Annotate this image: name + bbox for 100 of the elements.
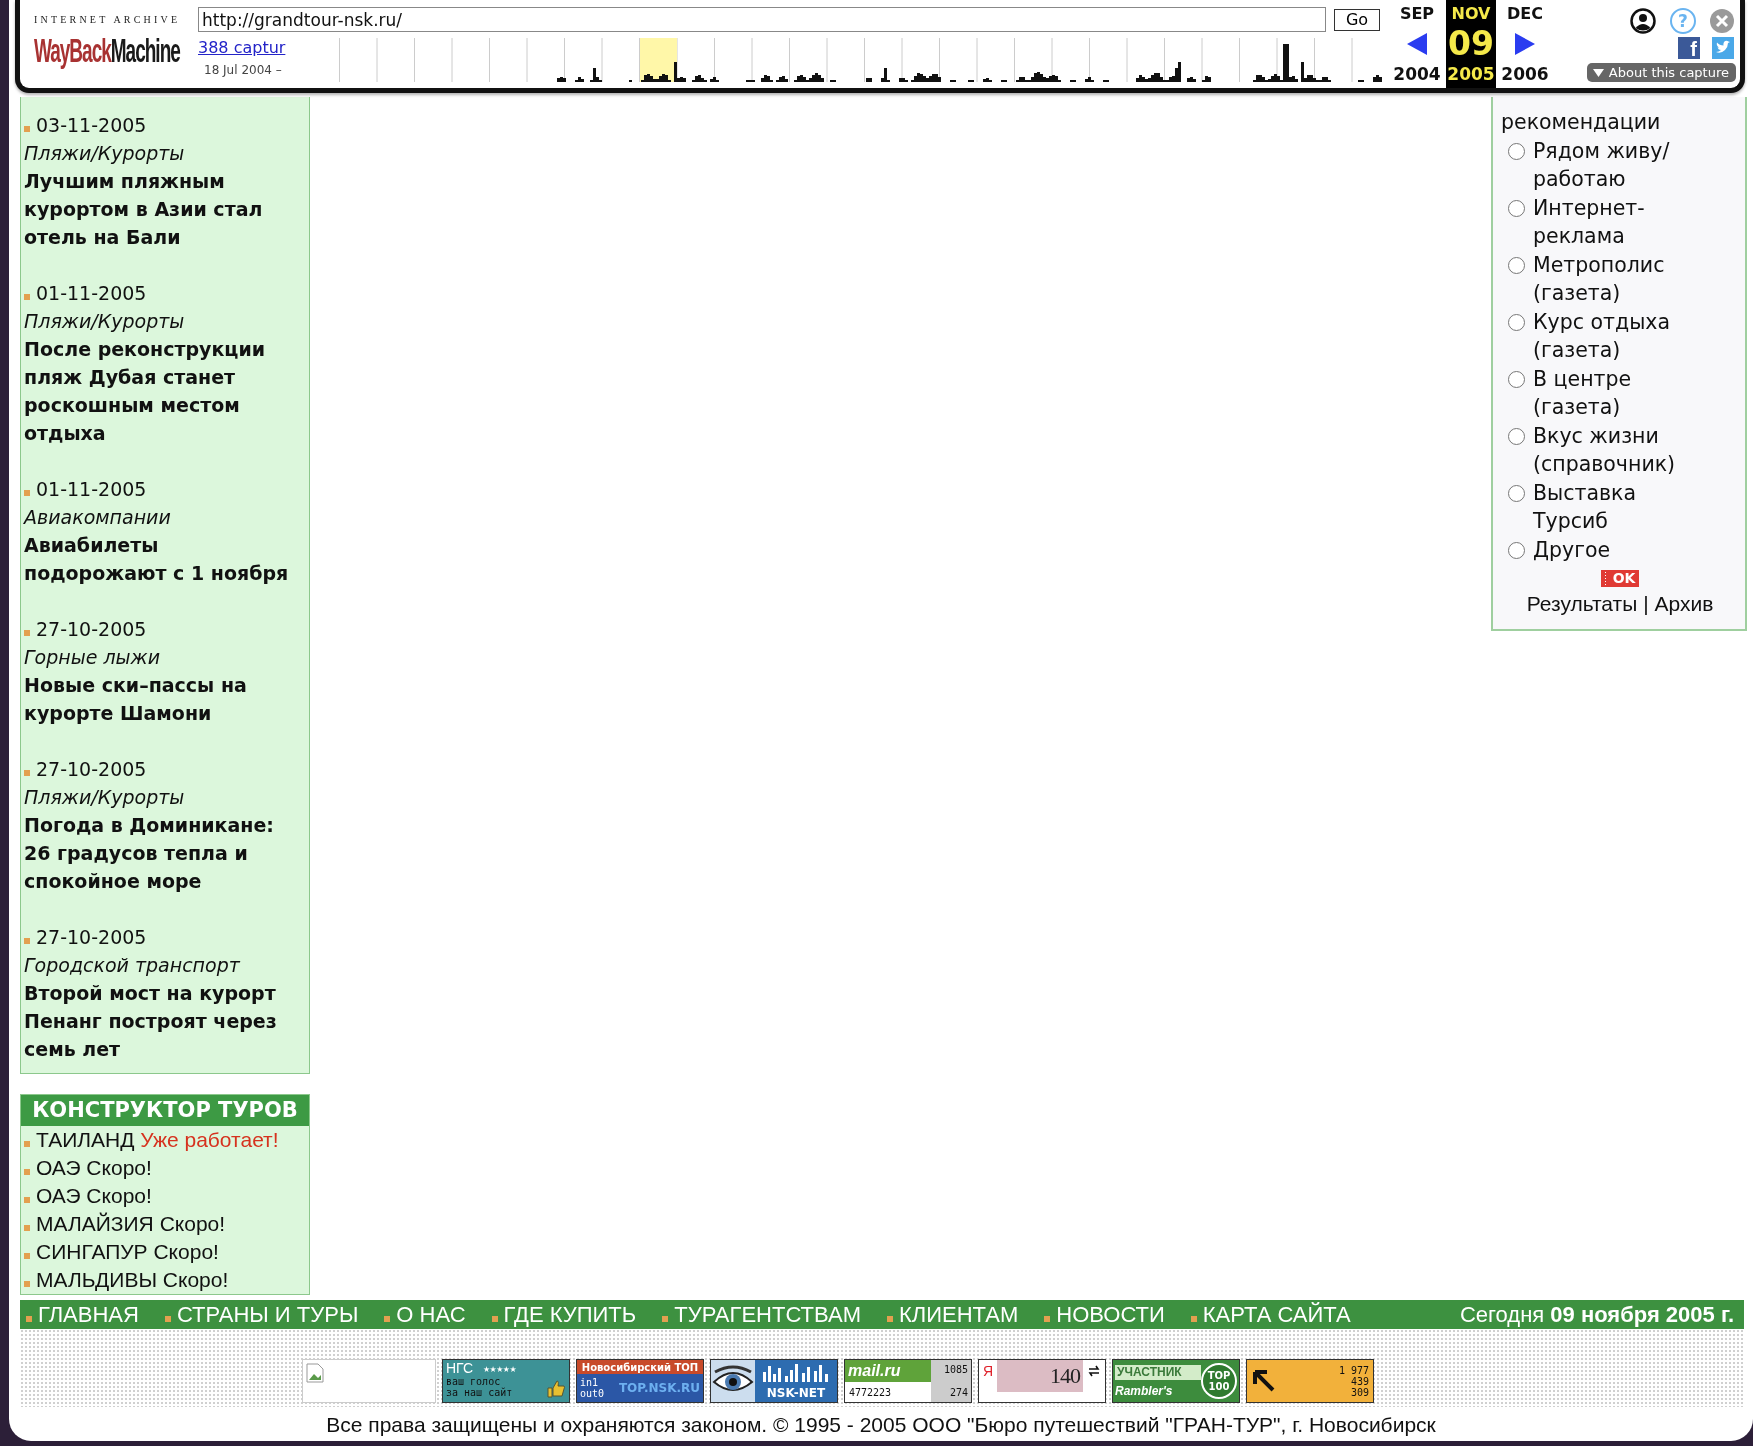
counter-text: 1085 [943,1364,968,1375]
separator: | [1643,592,1649,615]
selected-month-column[interactable]: NOV 09 2005 [1446,0,1496,88]
news-headline[interactable]: После реконструкции пляж Дубая станет роскошным местом отдыха [24,335,305,447]
copyright-text: Все права защищены и охраняются законом. © 1995 - 2005 ООО "Бюро путешествий "ГРАН-ТУР", г. Новосибирск [326,1413,1436,1436]
country-link[interactable]: ТАИЛАНД [36,1128,135,1151]
counter-text: 4772223 [849,1387,892,1398]
option-label: Метрополис (газета) [1533,251,1666,307]
counter-text: 309 [1350,1386,1369,1398]
nav-link[interactable]: КАРТА САЙТА [1202,1301,1351,1327]
country-link[interactable]: ОАЭ [36,1184,81,1207]
close-icon[interactable] [1710,9,1734,33]
radio-button[interactable] [1508,370,1525,388]
go-button[interactable]: Go [1334,8,1380,31]
year-label[interactable]: 2004 [1393,64,1441,84]
bird-icon[interactable] [1712,37,1734,59]
facebook-icon[interactable]: f [1678,37,1700,59]
radio-button[interactable] [1508,427,1525,445]
news-category[interactable]: Авиакомпании [24,503,171,531]
month-column[interactable]: SEP 2004 [1388,0,1446,88]
news-category[interactable]: Пляжи/Курорты [24,783,185,811]
nav-link[interactable]: НОВОСТИ [1056,1301,1165,1327]
news-category[interactable]: Пляжи/Курорты [24,139,185,167]
news-date: 01-11-2005 [36,478,147,500]
news-date: 03-11-2005 [36,114,147,136]
counter-text: TOP.NSK.RU [618,1381,700,1395]
country-link[interactable]: МАЛЬДИВЫ [36,1268,157,1291]
counter-text: ваш голос [446,1376,502,1387]
status-text: Скоро! [162,1268,229,1291]
status-text: Скоро! [86,1156,152,1179]
option-label: Вкус жизни (справочник) [1533,422,1677,478]
news-date: 27-10-2005 [36,618,147,640]
date-range: 18 Jul 2004 – [204,63,283,77]
user-icon[interactable] [1630,8,1656,34]
counter-text: NSK-NET [766,1386,826,1400]
next-arrow-icon[interactable] [1515,32,1535,55]
option-label: Интернет-реклама [1533,194,1646,250]
bullet-icon [24,126,30,132]
bullet-icon [24,938,30,944]
status-text: Скоро! [153,1240,219,1263]
about-capture-button[interactable]: About this capture [1586,63,1736,82]
month-column[interactable]: DEC 2006 [1496,0,1554,88]
nav-link[interactable]: СТРАНЫ И ТУРЫ [176,1301,359,1327]
bullet-icon [24,630,30,636]
year-label[interactable]: 2005 [1447,64,1495,84]
counter-text: НГС [446,1361,474,1376]
results-link[interactable]: Результаты [1526,592,1638,615]
counter-text: 274 [949,1387,968,1398]
nav-link[interactable]: О НАС [396,1301,466,1327]
ok-button[interactable]: OK [1600,570,1640,587]
nav-link[interactable]: КЛИЕНТАМ [899,1301,1019,1327]
news-headline[interactable]: Лучшим пляжным курортом в Азии стал отель на Бали [24,167,305,251]
news-date: 27-10-2005 [36,758,147,780]
archive-label: INTERNET ARCHIVE [34,14,182,25]
news-category[interactable]: Пляжи/Курорты [24,307,185,335]
counter-text: Новосибирский ТОП [581,1361,699,1373]
counter-text: 439 [1350,1375,1369,1387]
news-date: 01-11-2005 [36,282,147,304]
news-headline[interactable]: Авиабилеты подорожают с 1 ноября [24,531,305,587]
bullet-icon [24,294,30,300]
country-link[interactable]: МАЛАЙЗИЯ [36,1212,154,1235]
nav-link[interactable]: ТУРАГЕНТСТВАМ [674,1301,861,1327]
counter-text: Я [982,1362,995,1381]
url-field[interactable]: http://grandtour-nsk.ru/ [198,7,1326,32]
option-label: Другое [1533,536,1611,564]
option-label: Выставка Турсиб [1533,479,1638,535]
logo-text: WayBack [34,33,111,68]
nav-link[interactable]: ГЛАВНАЯ [38,1301,139,1327]
radio-button[interactable] [1508,199,1525,217]
radio-button[interactable] [1508,313,1525,331]
previous-arrow-icon[interactable] [1407,32,1427,55]
country-link[interactable]: СИНГАПУР [36,1240,148,1263]
counter-text: Rambler's [1115,1383,1174,1398]
news-date: 27-10-2005 [36,926,147,948]
news-category[interactable]: Горные лыжи [24,643,161,671]
country-link[interactable]: ОАЭ [36,1156,81,1179]
captures-link[interactable]: 388 captur [198,38,302,57]
news-category[interactable]: Городской транспорт [24,951,240,979]
nav-link[interactable]: ГДЕ КУПИТЬ [503,1301,637,1327]
news-headline[interactable]: Погода в Доминикане: 26 градусов тепла и спокойное море [24,811,305,895]
news-headline[interactable]: Второй мост на курорт Пенанг построят через семь лет [24,979,305,1063]
capture-bars[interactable] [557,44,1382,82]
counter-text: за наш сайт [446,1387,513,1398]
counter-text: 100 [1208,1381,1230,1392]
month-label[interactable]: DEC [1507,4,1543,23]
counter-text: 140 [1050,1363,1080,1389]
month-label[interactable]: NOV [1451,4,1491,23]
news-headline[interactable]: Новые ски–пассы на курорте Шамони [24,671,305,727]
day-label: 09 [1448,25,1494,62]
archive-link[interactable]: Архив [1654,592,1714,615]
counter-text: ★★★★★ [483,1363,517,1374]
logo-text: Machine [110,33,180,68]
radio-button[interactable] [1508,256,1525,274]
today-date: Сегодня 09 ноября 2005 г. [1459,1301,1734,1328]
radio-button[interactable] [1508,142,1525,160]
radio-button[interactable] [1508,541,1525,559]
year-label[interactable]: 2006 [1501,64,1549,84]
radio-button[interactable] [1508,484,1525,502]
counter-text: in1 out0 [580,1377,606,1399]
month-label[interactable]: SEP [1399,4,1435,23]
